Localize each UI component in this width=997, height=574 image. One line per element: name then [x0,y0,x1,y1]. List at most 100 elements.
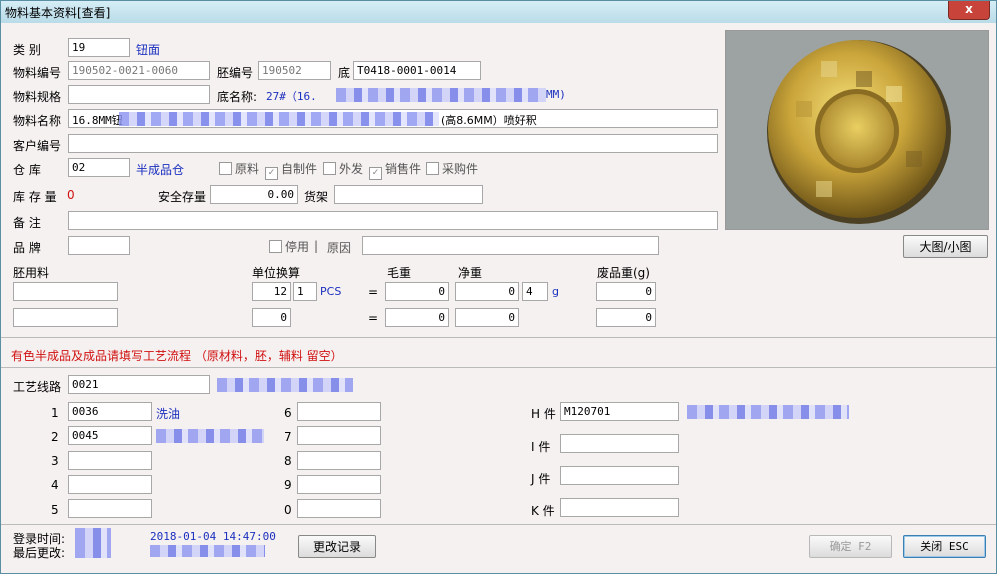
reason-label: 原因 [327,241,352,255]
stock-value: 0 [67,188,75,202]
code-label: 物料编号 [13,66,62,80]
shelf-input[interactable] [334,185,483,204]
category-input[interactable]: 19 [68,38,130,57]
step-6-number: 6 [284,406,292,420]
step-2-input[interactable]: 0045 [68,426,152,445]
part-h-label: H 件 [531,407,556,421]
part-k-input[interactable] [560,498,679,517]
step-7-number: 7 [284,430,292,444]
checkbox-sales[interactable]: ✓ 销售件 [369,160,421,180]
step-7-input[interactable] [297,426,381,445]
shelf-label: 货架 [304,190,329,204]
warehouse-input[interactable]: 02 [68,158,130,177]
gross-input-2[interactable]: 0 [385,308,449,327]
eq-sign-2: = [368,311,379,325]
net-count-input[interactable]: 4 [522,282,548,301]
divider-3 [1,524,996,525]
checkbox-outsource[interactable]: 外发 [323,160,363,177]
step-9-number: 9 [284,478,292,492]
net-input-2[interactable]: 0 [455,308,519,327]
checkbox-raw-box [219,162,232,175]
scrap-label: 废品重(g) [597,266,650,280]
reason-input[interactable] [362,236,659,255]
blank-material-input-2[interactable] [13,308,118,327]
step-9-input[interactable] [297,475,381,494]
process-notice: 有色半成品及成品请填写工艺流程 （原材料，胚，辅料 留空） [11,349,343,363]
part-i-input[interactable] [560,434,679,453]
checkbox-outsource-box [323,162,336,175]
base-input[interactable]: T0418-0001-0014 [353,61,481,80]
part-j-label: J 件 [531,472,551,486]
category-name: 钮面 [136,43,161,57]
route-input[interactable]: 0021 [68,375,210,394]
customer-label: 客户编号 [13,139,62,153]
part-h-input[interactable]: M120701 [560,402,679,421]
customer-input[interactable] [68,134,718,153]
reason-separator: | [314,239,319,253]
spec-input[interactable] [68,85,210,104]
redacted-route-name [217,378,353,392]
part-j-input[interactable] [560,466,679,485]
net-label: 净重 [458,266,483,280]
checkbox-self-made-box: ✓ [265,167,278,180]
spec-label: 物料规格 [13,90,62,104]
blank-no-label: 胚编号 [217,66,254,80]
checkbox-self-made[interactable]: ✓ 自制件 [265,160,317,180]
step-0-number: 0 [284,503,292,517]
scrap-input-2[interactable]: 0 [596,308,656,327]
warehouse-label: 仓 库 [13,163,41,177]
step-1-input[interactable]: 0036 [68,402,152,421]
name-label: 物料名称 [13,114,62,128]
gross-input-1[interactable]: 0 [385,282,449,301]
step-4-input[interactable] [68,475,152,494]
conv-input-2[interactable]: 0 [252,308,291,327]
part-i-label: I 件 [531,440,551,454]
base-label: 底 [338,66,351,80]
step-8-number: 8 [284,454,292,468]
base-name-label: 底名称: [217,90,258,104]
checkbox-disable-label: 停用 [285,240,310,254]
code-input[interactable]: 190502-0021-0060 [68,61,210,80]
redacted-step-2-name [156,429,264,443]
image-toggle-button[interactable]: 大图/小图 [903,235,988,258]
checkbox-purchase[interactable]: 采购件 [426,160,478,177]
step-0-input[interactable] [297,499,381,518]
checkbox-purchase-box [426,162,439,175]
blank-no-input[interactable]: 190502 [258,61,331,80]
close-button[interactable]: 关闭 ESC [903,535,986,558]
brand-label: 品 牌 [13,241,41,255]
step-3-number: 3 [51,454,59,468]
redacted-name [119,112,439,126]
checkbox-self-made-label: 自制件 [281,162,318,176]
redacted-user [75,528,111,558]
step-2-number: 2 [51,430,59,444]
scrap-input-1[interactable]: 0 [596,282,656,301]
step-8-input[interactable] [297,451,381,470]
brand-input[interactable] [68,236,130,255]
title-bar: 物料基本资料[查看] x [1,1,996,23]
blank-material-input-1[interactable] [13,282,118,301]
last-change-label: 最后更改: [13,546,66,560]
change-history-button[interactable]: 更改记录 [298,535,376,558]
redacted-last-change [150,545,265,557]
confirm-button[interactable]: 确定 F2 [809,535,892,558]
safety-input[interactable]: 0.00 [210,185,298,204]
remark-input[interactable] [68,211,718,230]
step-5-input[interactable] [68,499,152,518]
part-k-label: K 件 [531,504,555,518]
checkbox-disable[interactable]: 停用 [269,238,309,255]
checkbox-raw[interactable]: 原料 [219,160,259,177]
product-photo[interactable] [725,30,989,230]
redacted-base-name [336,88,546,102]
step-3-input[interactable] [68,451,152,470]
redacted-part-h-name [687,405,849,419]
step-1-name: 洗油 [156,407,181,421]
step-1-number: 1 [51,406,59,420]
conv-b-input[interactable]: 1 [293,282,317,301]
conv-a-input[interactable]: 12 [252,282,291,301]
step-6-input[interactable] [297,402,381,421]
login-timestamp: 2018-01-04 14:47:00 [150,530,276,543]
base-name-value: 27#（16. [266,90,317,103]
close-window-button[interactable]: x [948,1,990,20]
net-input-1[interactable]: 0 [455,282,519,301]
